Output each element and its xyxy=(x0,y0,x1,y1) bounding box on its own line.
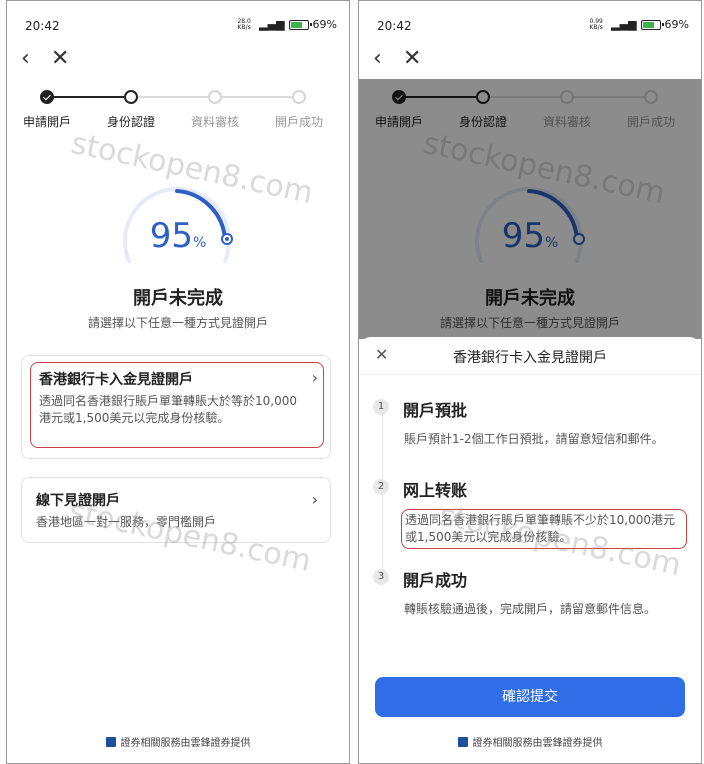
step-dot-done xyxy=(40,90,54,104)
page-title: 開戶未完成 xyxy=(133,288,223,309)
option-title: 香港銀行卡入金見證開戶 xyxy=(39,372,193,388)
close-icon[interactable]: ✕ xyxy=(403,47,421,71)
option-desc: 透過同名香港銀行賬戶單筆轉賬大於等於10,000港元或1,500美元以完成身份核… xyxy=(39,394,297,425)
step-label: 身份認證 xyxy=(106,115,155,129)
status-bar: 20:42 28.0 KB/s ▂▄▆ 69% xyxy=(7,1,349,45)
back-icon[interactable]: ‹ xyxy=(21,47,30,71)
modal-backdrop[interactable] xyxy=(359,79,701,339)
phone-screen-right: 20:42 0.99 KB/s ▂▄▆ 69% ‹ ✕ 申請開戶 身份認證 資料… xyxy=(358,0,702,764)
step-desc: 轉賬核驗通過後，完成開戶，請留意郵件信息。 xyxy=(404,602,657,616)
nav-bar: ‹ ✕ xyxy=(359,45,701,79)
step-desc-highlighted: 透過同名香港銀行賬戶單筆轉賬不少於10,000港元或1,500美元以完成身份核驗… xyxy=(401,509,687,549)
timeline-step: 3 開戶成功 轉賬核驗通過後，完成開戶，請留意郵件信息。 xyxy=(373,567,687,620)
progress-value: 95 xyxy=(149,216,193,256)
nav-bar: ‹ ✕ xyxy=(7,45,349,79)
status-time: 20:42 xyxy=(377,19,412,33)
close-icon[interactable]: ✕ xyxy=(51,47,69,71)
battery-level: 69% xyxy=(312,18,337,31)
status-time: 20:42 xyxy=(25,19,60,33)
timeline-step: 1 開戶預批 賬戶預計1-2個工作日預批，請留意短信和郵件。 xyxy=(373,397,687,450)
step-title: 网上转账 xyxy=(403,481,468,500)
status-icons: 28.0 KB/s ▂▄▆ 69% xyxy=(233,18,337,31)
footer: 證券相關服務由雲鋒證券提供 xyxy=(359,734,701,749)
step-number: 1 xyxy=(373,399,389,415)
phone-screen-left: 20:42 28.0 KB/s ▂▄▆ 69% ‹ ✕ 申請開戶 身份認證 資料… xyxy=(6,0,350,764)
step-dot-pending xyxy=(292,90,306,104)
step-label: 開戶成功 xyxy=(274,115,323,129)
chevron-right-icon: › xyxy=(311,490,318,509)
highlight-box: 香港銀行卡入金見證開戶 透過同名香港銀行賬戶單筆轉賬大於等於10,000港元或1… xyxy=(30,362,324,448)
battery-icon xyxy=(288,19,312,30)
step-dot-pending xyxy=(208,90,222,104)
confirm-button[interactable]: 確認提交 xyxy=(375,677,685,717)
bottom-sheet: ✕ 香港銀行卡入金見證開戶 1 開戶預批 賬戶預計1-2個工作日預批，請留意短信… xyxy=(359,337,701,763)
step-dot-current xyxy=(124,90,138,104)
option-card-bank[interactable]: 香港銀行卡入金見證開戶 透過同名香港銀行賬戶單筆轉賬大於等於10,000港元或1… xyxy=(21,355,331,459)
status-icons: 0.99 KB/s ▂▄▆ 69% xyxy=(585,18,689,31)
progress-unit: % xyxy=(192,235,207,251)
step-title: 開戶成功 xyxy=(403,571,468,590)
footer: 證券相關服務由雲鋒證券提供 xyxy=(7,734,349,749)
signal-icon: ▂▄▆ xyxy=(611,18,637,31)
network-speed: 0.99 KB/s xyxy=(589,17,603,31)
sheet-header: ✕ 香港銀行卡入金見證開戶 xyxy=(359,337,701,375)
footer-text: 證券相關服務由雲鋒證券提供 xyxy=(120,738,251,749)
option-desc: 香港地區一對一服務，零門檻開戶 xyxy=(36,515,217,529)
option-card-offline[interactable]: 線下見證開戶 香港地區一對一服務，零門檻開戶 › xyxy=(21,477,331,543)
step-desc: 賬戶預計1-2個工作日預批，請留意短信和郵件。 xyxy=(404,432,664,446)
step-line-done xyxy=(47,96,131,98)
broker-logo-icon xyxy=(457,737,468,747)
back-icon[interactable]: ‹ xyxy=(373,47,382,71)
option-title: 線下見證開戶 xyxy=(36,493,120,509)
network-speed: 28.0 KB/s xyxy=(237,17,251,31)
timeline-step: 2 网上转账 透過同名香港銀行賬戶單筆轉賬不少於10,000港元或1,500美元… xyxy=(373,477,687,549)
progress-readout: 95% xyxy=(7,216,349,256)
step-label: 申請開戶 xyxy=(22,115,71,129)
status-bar: 20:42 0.99 KB/s ▂▄▆ 69% xyxy=(359,1,701,45)
page-subtitle: 請選擇以下任意一種方式見證開戶 xyxy=(87,316,268,330)
battery-icon xyxy=(640,19,664,30)
chevron-right-icon: › xyxy=(311,368,318,387)
signal-icon: ▂▄▆ xyxy=(259,18,285,31)
footer-text: 證券相關服務由雲鋒證券提供 xyxy=(472,738,603,749)
battery-level: 69% xyxy=(664,18,689,31)
step-title: 開戶預批 xyxy=(403,401,468,420)
step-number: 3 xyxy=(373,569,389,585)
step-label: 資料審核 xyxy=(190,115,239,129)
step-number: 2 xyxy=(373,479,389,495)
sheet-title: 香港銀行卡入金見證開戶 xyxy=(453,350,607,366)
progress-stepper: 申請開戶 身份認證 資料審核 開戶成功 xyxy=(7,87,349,131)
broker-logo-icon xyxy=(105,737,116,747)
